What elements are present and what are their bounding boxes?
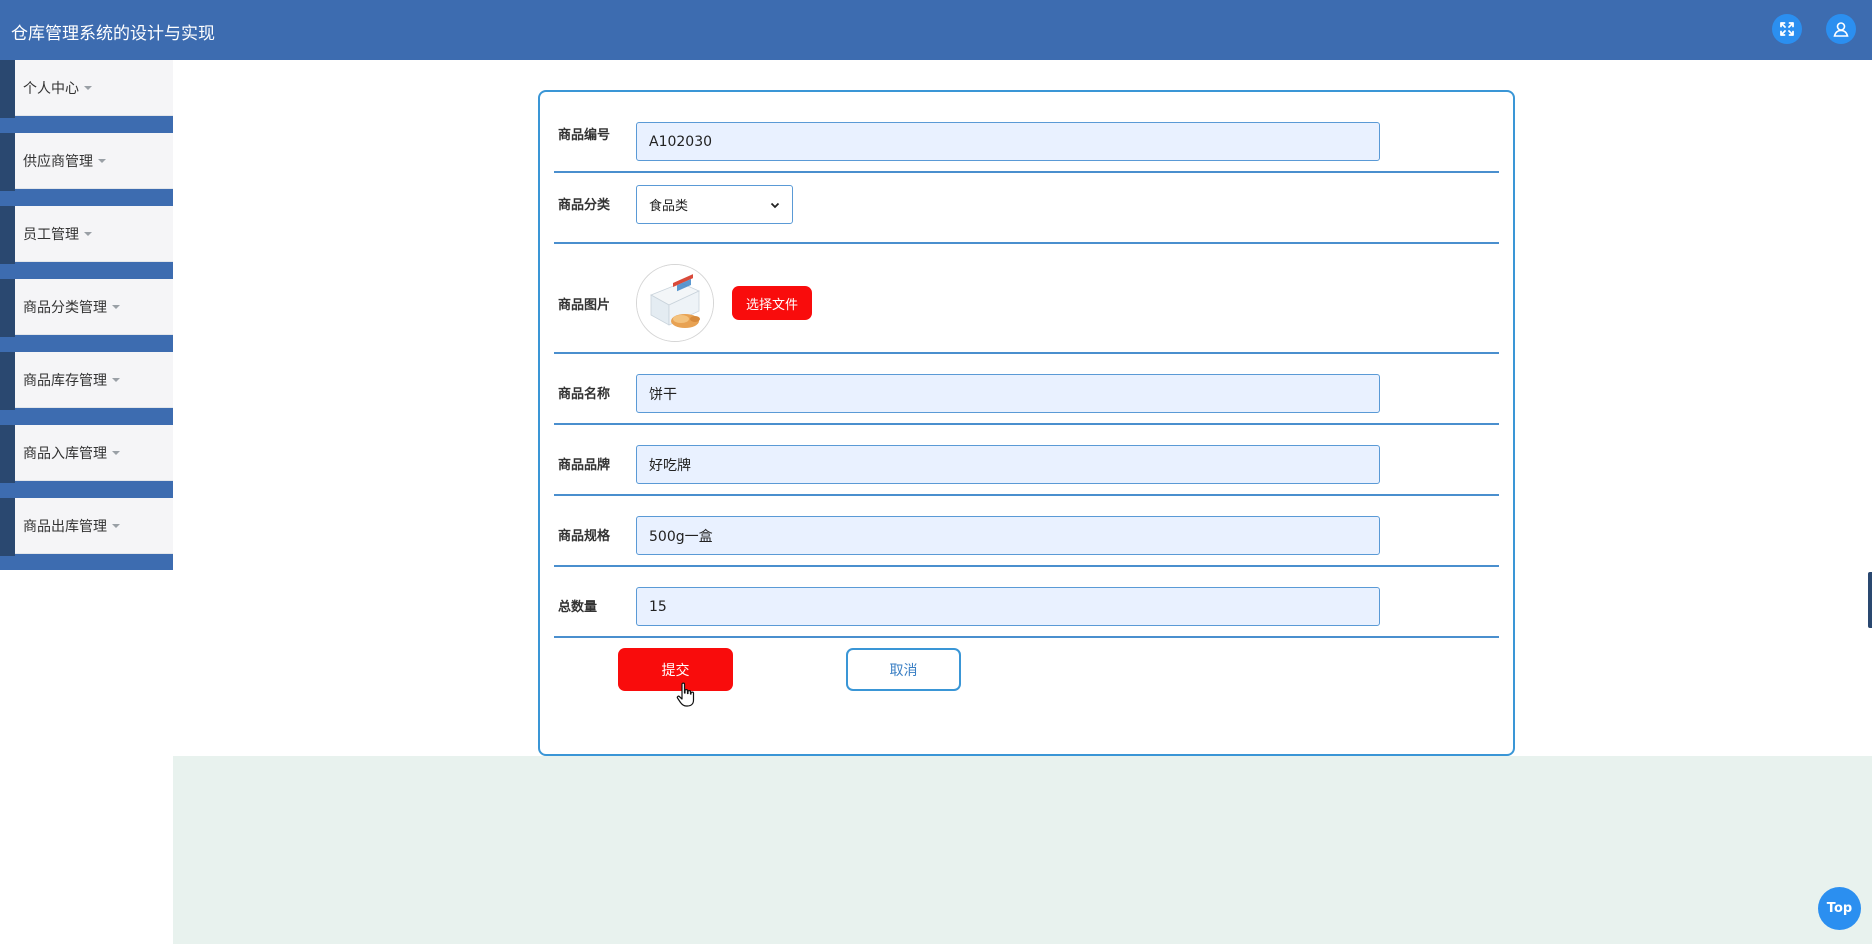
field-label: 商品分类 bbox=[558, 198, 611, 213]
sidebar-item-label: 商品入库管理 bbox=[23, 446, 107, 462]
category-select-value: 食品类 bbox=[649, 199, 689, 214]
caret-down-icon bbox=[112, 451, 120, 455]
sidebar-item-label: 供应商管理 bbox=[23, 154, 93, 170]
user-icon bbox=[1833, 22, 1849, 37]
choose-file-button[interactable]: 选择文件 bbox=[732, 286, 812, 320]
caret-down-icon bbox=[112, 305, 120, 309]
sidebar-item-label: 商品库存管理 bbox=[23, 373, 107, 389]
sidebar-item-stock-in[interactable]: 商品入库管理 bbox=[0, 425, 173, 498]
field-label: 商品品牌 bbox=[558, 458, 611, 473]
total-quantity-input[interactable] bbox=[636, 587, 1380, 626]
product-brand-input[interactable] bbox=[636, 445, 1380, 484]
form-row-image: 商品图片 选择文件 bbox=[554, 244, 1499, 354]
sidebar-item-category[interactable]: 商品分类管理 bbox=[0, 279, 173, 352]
fullscreen-icon bbox=[1780, 22, 1794, 36]
app-title: 仓库管理系统的设计与实现 bbox=[11, 24, 215, 44]
form-row-spec: 商品规格 bbox=[554, 496, 1499, 567]
top-header: 仓库管理系统的设计与实现 bbox=[0, 0, 1872, 60]
sidebar-item-inventory[interactable]: 商品库存管理 bbox=[0, 352, 173, 425]
caret-down-icon bbox=[112, 378, 120, 382]
sidebar-item-supplier[interactable]: 供应商管理 bbox=[0, 133, 173, 206]
caret-down-icon bbox=[84, 232, 92, 236]
form-row-brand: 商品品牌 bbox=[554, 425, 1499, 496]
sidebar-item-stock-out[interactable]: 商品出库管理 bbox=[0, 498, 173, 571]
sidebar-item-label: 个人中心 bbox=[23, 81, 79, 97]
form-row-name: 商品名称 bbox=[554, 354, 1499, 425]
cancel-button[interactable]: 取消 bbox=[846, 648, 961, 691]
product-form: 商品编号 商品分类 食品类 商品图片 选择文件 商品名称 bbox=[538, 90, 1515, 756]
form-row-category: 商品分类 食品类 bbox=[554, 173, 1499, 244]
field-label: 商品图片 bbox=[558, 298, 611, 313]
product-spec-input[interactable] bbox=[636, 516, 1380, 555]
back-to-top-button[interactable]: Top bbox=[1818, 887, 1861, 930]
category-select[interactable]: 食品类 bbox=[636, 185, 793, 224]
sidebar-item-label: 商品分类管理 bbox=[23, 300, 107, 316]
side-drawer-handle[interactable] bbox=[1868, 572, 1872, 628]
field-label: 商品名称 bbox=[558, 387, 611, 402]
field-label: 商品编号 bbox=[558, 128, 611, 143]
product-code-input[interactable] bbox=[636, 122, 1380, 161]
content-background bbox=[173, 756, 1872, 944]
sidebar-item-label: 员工管理 bbox=[23, 227, 79, 243]
sidebar-item-label: 商品出库管理 bbox=[23, 519, 107, 535]
chevron-down-icon bbox=[770, 202, 780, 208]
product-name-input[interactable] bbox=[636, 374, 1380, 413]
sidebar-item-personal-center[interactable]: 个人中心 bbox=[0, 60, 173, 133]
form-row-code: 商品编号 bbox=[554, 92, 1499, 173]
fullscreen-button[interactable] bbox=[1772, 14, 1802, 44]
sidebar: 个人中心 供应商管理 员工管理 商品分类管理 商品库存管理 商品入库管理 商品出… bbox=[0, 60, 173, 570]
product-image-preview bbox=[636, 264, 714, 342]
field-label: 商品规格 bbox=[558, 529, 611, 544]
caret-down-icon bbox=[84, 86, 92, 90]
hand-cursor-icon bbox=[676, 682, 695, 707]
caret-down-icon bbox=[98, 159, 106, 163]
form-row-total: 总数量 bbox=[554, 567, 1499, 638]
user-menu-button[interactable] bbox=[1826, 14, 1856, 44]
caret-down-icon bbox=[112, 524, 120, 528]
sidebar-item-employee[interactable]: 员工管理 bbox=[0, 206, 173, 279]
field-label: 总数量 bbox=[558, 600, 598, 615]
biscuit-box-image bbox=[637, 265, 713, 341]
